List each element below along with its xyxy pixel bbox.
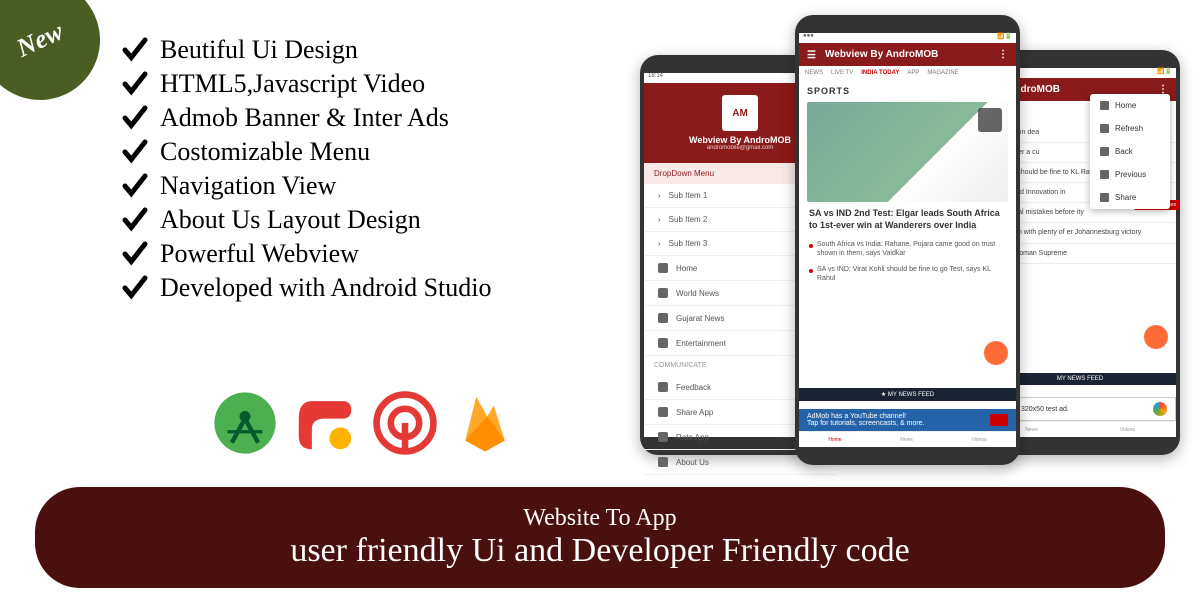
feature-item: Powerful Webview [120, 239, 491, 269]
tab-news[interactable]: NEWS [805, 70, 823, 76]
refresh-icon [1100, 124, 1109, 133]
feature-text: Costomizable Menu [160, 137, 370, 167]
news-icon [658, 313, 668, 323]
ctx-previous[interactable]: Previous [1090, 163, 1170, 186]
check-icon [120, 171, 150, 201]
share-icon [1100, 193, 1109, 202]
app-title: Webview By AndroMOB [825, 49, 938, 60]
feature-item: Admob Banner & Inter Ads [120, 103, 491, 133]
check-icon [120, 35, 150, 65]
banner-line1: Website To App [75, 505, 1125, 532]
phone-main-mockup: ●●●📶🔋 ☰ Webview By AndroMOB ⋮ NEWS LIVE … [795, 15, 1020, 465]
nav-videos[interactable]: Videos [1120, 427, 1135, 433]
ad-line1: AdMob has a YouTube channel! [807, 413, 925, 420]
banner-line2: user friendly Ui and Developer Friendly … [75, 532, 1125, 570]
feature-item: HTML5,Javascript Video [120, 69, 491, 99]
previous-icon [1100, 170, 1109, 179]
check-icon [120, 69, 150, 99]
feature-text: Beutiful Ui Design [160, 35, 358, 65]
feature-text: Developed with Android Studio [160, 273, 491, 303]
tech-icons-row [210, 388, 520, 458]
context-menu: Home Refresh Back Previous Share [1090, 94, 1170, 209]
ctx-refresh[interactable]: Refresh [1090, 117, 1170, 140]
nav-videos[interactable]: Videos [971, 437, 986, 443]
fab-button[interactable] [1144, 325, 1168, 349]
tab-livetv[interactable]: LIVE TV [831, 70, 853, 76]
new-badge: New [0, 0, 120, 120]
nav-home[interactable]: Home [828, 437, 841, 443]
film-icon [658, 338, 668, 348]
tab-mag[interactable]: MAGAZINE [927, 70, 958, 76]
bottom-nav: Home News Videos [799, 431, 1016, 447]
youtube-icon [990, 414, 1008, 426]
phone-mockups: 18:14📶🔋 AM Webview By AndroMOB andromobi… [640, 15, 1180, 485]
feature-item: Costomizable Menu [120, 137, 491, 167]
nav-news[interactable]: News [900, 437, 913, 443]
feature-text: Powerful Webview [160, 239, 359, 269]
feature-text: HTML5,Javascript Video [160, 69, 425, 99]
tab-logo[interactable]: INDIA TODAY [861, 70, 899, 76]
ctx-share[interactable]: Share [1090, 186, 1170, 209]
ad-line2: Tap for tutorials, screencasts, & more. [807, 420, 925, 427]
article-headline[interactable]: SA vs IND 2nd Test: Elgar leads South Af… [799, 202, 1016, 237]
tab-app[interactable]: APP [907, 70, 919, 76]
article-image[interactable] [807, 102, 1008, 202]
top-news-badge [978, 108, 1002, 132]
overflow-icon[interactable]: ⋮ [998, 49, 1008, 60]
article-bullet[interactable]: South Africa vs India: Rahane, Pujara ca… [799, 237, 1016, 261]
features-list: Beutiful Ui Design HTML5,Javascript Vide… [120, 35, 491, 307]
my-news-feed-bar[interactable]: ★ MY NEWS FEED [799, 388, 1016, 401]
check-icon [120, 239, 150, 269]
admob-banner[interactable]: AdMob has a YouTube channel! Tap for tut… [799, 409, 1016, 431]
nav-news[interactable]: News [1025, 427, 1038, 433]
feature-item: Navigation View [120, 171, 491, 201]
ctx-home[interactable]: Home [1090, 94, 1170, 117]
admob-icon [290, 388, 360, 458]
android-studio-icon [210, 388, 280, 458]
share-icon [658, 407, 668, 417]
app-bar: ☰ Webview By AndroMOB ⋮ [799, 43, 1016, 66]
feedback-icon [658, 382, 668, 392]
check-icon [120, 137, 150, 167]
ad-logo-icon [1153, 402, 1167, 416]
article-bullet[interactable]: SA vs IND: Virat Kohli should be fine to… [799, 262, 1016, 286]
info-icon [658, 457, 668, 467]
status-bar: ●●●📶🔋 [799, 33, 1016, 43]
feature-text: Navigation View [160, 171, 336, 201]
fab-button[interactable] [984, 341, 1008, 365]
feature-text: Admob Banner & Inter Ads [160, 103, 449, 133]
check-icon [120, 273, 150, 303]
feature-item: About Us Layout Design [120, 205, 491, 235]
hamburger-icon[interactable]: ☰ [807, 50, 819, 60]
globe-icon [658, 288, 668, 298]
feature-text: About Us Layout Design [160, 205, 421, 235]
home-icon [1100, 101, 1109, 110]
feature-item: Beutiful Ui Design [120, 35, 491, 65]
ctx-back[interactable]: Back [1090, 140, 1170, 163]
drawer-logo: AM [722, 95, 758, 131]
check-icon [120, 205, 150, 235]
section-title: SPORTS [799, 80, 1016, 102]
feature-item: Developed with Android Studio [120, 273, 491, 303]
new-badge-text: New [12, 16, 68, 63]
check-icon [120, 103, 150, 133]
onesignal-icon [370, 388, 440, 458]
tab-bar: NEWS LIVE TV INDIA TODAY APP MAGAZINE [799, 66, 1016, 80]
back-icon [1100, 147, 1109, 156]
home-icon [658, 263, 668, 273]
star-icon [658, 432, 668, 442]
bottom-banner: Website To App user friendly Ui and Deve… [35, 487, 1165, 588]
firebase-icon [450, 388, 520, 458]
